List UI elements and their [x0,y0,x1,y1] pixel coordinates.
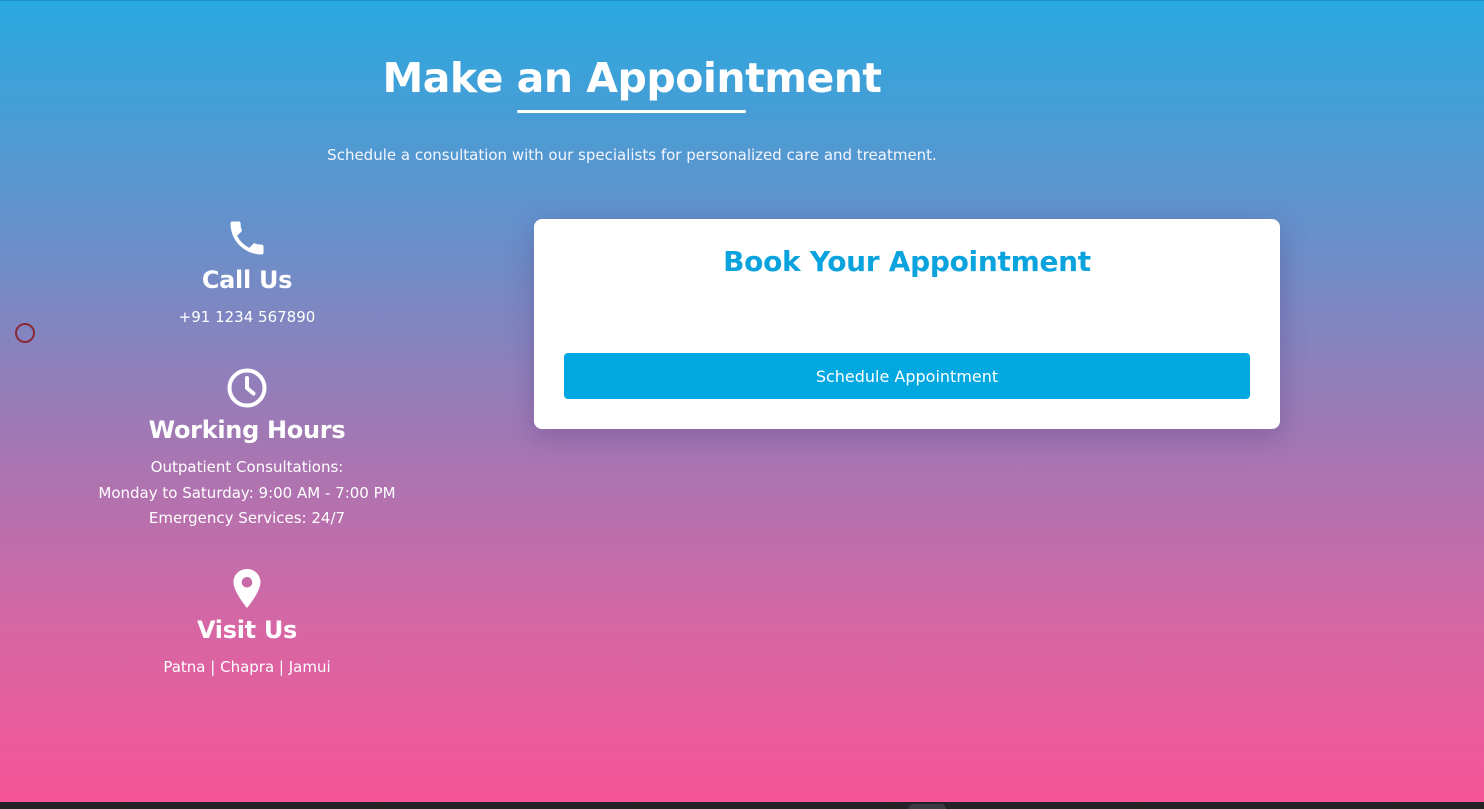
page-subtitle: Schedule a consultation with our special… [327,146,937,164]
title-underline [517,110,746,113]
booking-card: Book Your Appointment Schedule Appointme… [534,219,1280,429]
taskbar-handle [908,804,946,809]
location-pin-icon [233,569,261,608]
booking-title: Book Your Appointment [723,245,1091,278]
top-border [0,0,1484,1]
hours-line-outpatient: Outpatient Consultations: [150,458,344,476]
hours-line-weekdays: Monday to Saturday: 9:00 AM - 7:00 PM [98,483,396,502]
working-hours-title: Working Hours [148,416,346,444]
page-title: Make an Appointment [382,54,882,102]
working-hours-block: Working Hours Outpatient Consultations: … [47,366,447,532]
phone-number: +91 1234 567890 [178,308,316,326]
visit-us-title: Visit Us [196,616,298,644]
visit-us-block: Visit Us Patna | Chapra | Jamui [47,566,447,681]
call-us-title: Call Us [201,266,293,294]
bottom-taskbar [0,802,1484,809]
schedule-appointment-button[interactable]: Schedule Appointment [564,353,1250,399]
phone-icon [230,221,264,255]
call-us-block: Call Us +91 1234 567890 [47,216,447,331]
cursor-indicator [15,323,35,343]
clock-icon [227,368,267,408]
locations-text: Patna | Chapra | Jamui [163,658,331,676]
hours-line-emergency: Emergency Services: 24/7 [148,509,346,527]
